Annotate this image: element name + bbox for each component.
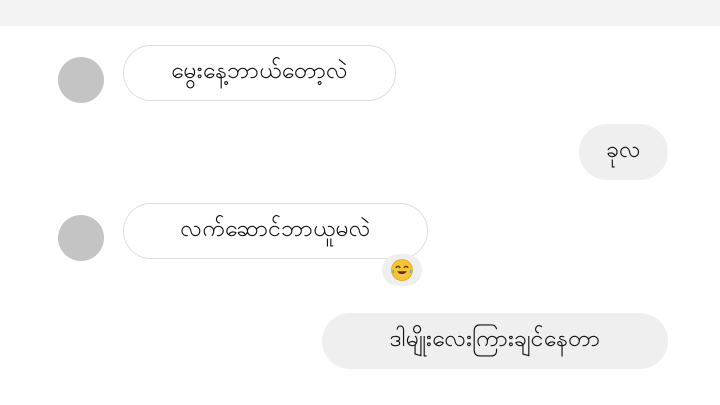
- avatar[interactable]: [58, 215, 104, 261]
- outgoing-message-bubble[interactable]: ခုလ: [579, 124, 668, 180]
- message-text: ခုလ: [606, 137, 641, 163]
- incoming-message-bubble[interactable]: လက်ဆောင်ဘာယူမလဲ: [123, 203, 428, 259]
- top-bar: [0, 0, 720, 26]
- incoming-message-bubble[interactable]: မွေးနေ့ဘာယ်တော့လဲ: [123, 45, 396, 101]
- crying-laughing-emoji-icon: [391, 259, 413, 281]
- message-text: ဒါမျိုးလေးကြားချင်နေတာ: [389, 326, 601, 352]
- reaction-badge[interactable]: [382, 254, 422, 286]
- message-text: လက်ဆောင်ဘာယူမလဲ: [180, 216, 371, 242]
- outgoing-message-bubble[interactable]: ဒါမျိုးလေးကြားချင်နေတာ: [322, 313, 668, 369]
- avatar[interactable]: [58, 57, 104, 103]
- message-text: မွေးနေ့ဘာယ်တော့လဲ: [171, 58, 348, 84]
